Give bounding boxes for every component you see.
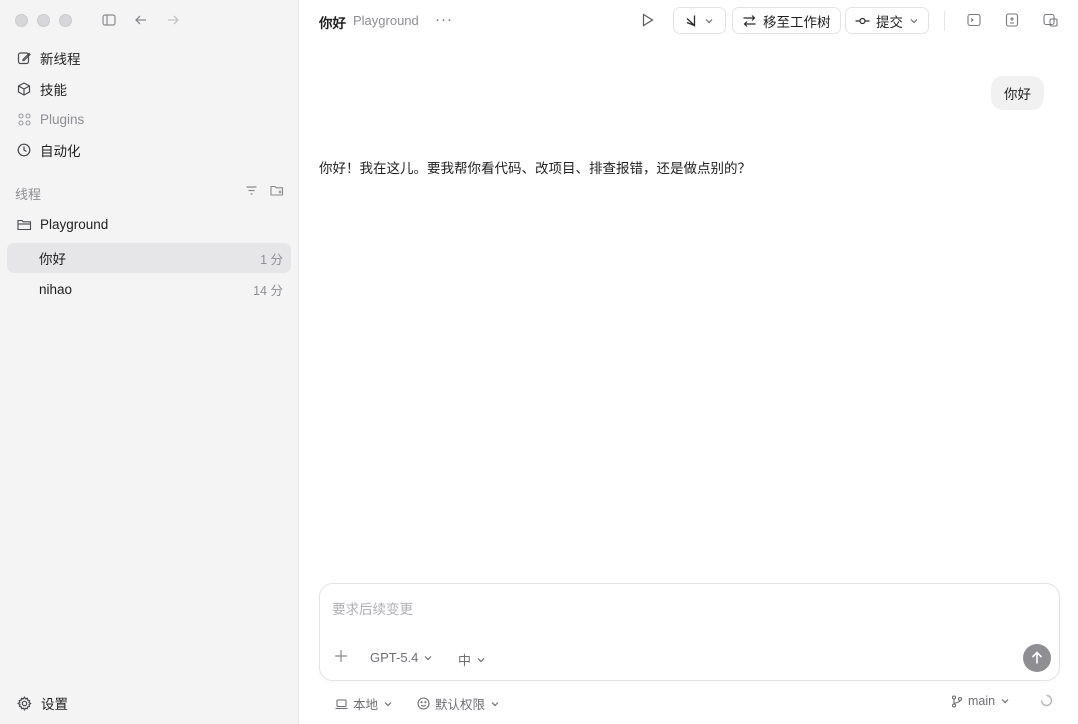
cube-icon [16, 81, 32, 97]
main-panel: 你好 Playground ··· 移至工作树 提交 你好 你好！我在这儿。要我… [299, 0, 1078, 724]
chevron-down-icon [909, 16, 919, 26]
thread-time: 1 分 [260, 252, 283, 267]
thread-time: 14 分 [253, 283, 283, 298]
permissions-selector[interactable]: 默认权限 [417, 694, 500, 713]
thread-title: 你好 [39, 252, 66, 267]
vscode-icon [685, 14, 698, 27]
chevron-down-icon [383, 699, 393, 709]
forward-arrow-icon[interactable] [165, 12, 181, 28]
diff-panel-icon[interactable] [1004, 12, 1020, 28]
laptop-icon [335, 698, 348, 710]
sidebar-toggle-icon[interactable] [101, 12, 117, 28]
grid-icon [16, 111, 32, 127]
worktree-label: 移至工作树 [763, 14, 831, 30]
composer-input[interactable]: 要求后续变更 [332, 598, 413, 618]
project-label: Playground [40, 216, 109, 232]
zoom-window-button[interactable] [59, 14, 72, 27]
play-icon[interactable] [639, 12, 655, 28]
effort-label: 中 [458, 653, 472, 668]
chevron-down-icon [490, 699, 500, 709]
window-controls [15, 14, 72, 27]
settings-label: 设置 [41, 697, 68, 712]
settings-button[interactable]: 设置 [8, 689, 68, 717]
commit-label: 提交 [876, 14, 903, 30]
git-branch-icon [951, 694, 963, 708]
loading-spinner-icon [1040, 694, 1053, 707]
minimize-window-button[interactable] [37, 14, 50, 27]
nav-plugins[interactable]: Plugins [8, 104, 291, 134]
model-label: GPT-5.4 [370, 650, 419, 665]
permissions-label: 默认权限 [435, 698, 486, 712]
gear-icon [16, 695, 32, 711]
smiley-icon [417, 697, 430, 710]
sidebar: 新线程 技能 Plugins 自动化 线程 Playground 你好 1 分 … [0, 0, 299, 724]
nav-automation[interactable]: 自动化 [8, 135, 291, 165]
folder-icon [16, 216, 32, 232]
move-to-worktree-button[interactable]: 移至工作树 [732, 7, 841, 34]
terminal-icon[interactable] [966, 12, 982, 28]
nav-new-thread[interactable]: 新线程 [8, 43, 291, 73]
location-selector[interactable]: 本地 [335, 694, 393, 713]
reasoning-effort-selector[interactable]: 中 [458, 650, 486, 669]
split-view-icon[interactable] [1042, 12, 1058, 28]
send-button[interactable] [1023, 644, 1051, 672]
user-message-bubble: 你好 [991, 76, 1044, 110]
assistant-message: 你好！我在这儿。要我帮你看代码、改项目、排查报错，还是做点别的？ [319, 161, 751, 176]
chevron-down-icon [1000, 696, 1010, 706]
close-window-button[interactable] [15, 14, 28, 27]
location-label: 本地 [353, 698, 379, 712]
branch-selector[interactable]: main [951, 694, 1010, 708]
chevron-down-icon [476, 655, 486, 665]
swap-arrows-icon [742, 14, 757, 28]
clock-icon [16, 142, 32, 158]
chevron-down-icon [423, 653, 433, 663]
arrow-up-icon [1031, 651, 1043, 665]
threads-section-label: 线程 [15, 187, 42, 202]
edit-icon [16, 50, 32, 66]
add-attachment-icon[interactable] [334, 649, 348, 663]
thread-title: nihao [39, 281, 73, 297]
commit-icon [855, 15, 870, 27]
project-subtitle[interactable]: Playground [353, 13, 419, 28]
project-playground[interactable]: Playground [8, 209, 291, 239]
chevron-down-icon [704, 16, 714, 26]
header-divider [944, 11, 945, 31]
back-arrow-icon[interactable] [133, 12, 149, 28]
page-title: 你好 [319, 16, 346, 31]
composer: 要求后续变更 GPT-5.4 中 [319, 583, 1060, 681]
nav-label: 技能 [40, 83, 67, 98]
model-selector[interactable]: GPT-5.4 [370, 650, 433, 665]
header: 你好 Playground ··· 移至工作树 提交 [299, 0, 1078, 42]
more-options-icon[interactable]: ··· [435, 11, 453, 28]
editor-dropdown-button[interactable] [673, 7, 726, 34]
branch-label: main [968, 694, 996, 708]
filter-icon[interactable] [245, 184, 258, 197]
threads-section-tools [245, 184, 284, 197]
nav-label: Plugins [40, 111, 85, 127]
new-folder-icon[interactable] [270, 184, 284, 197]
commit-button[interactable]: 提交 [845, 7, 929, 34]
thread-item[interactable]: nihao 14 分 [7, 274, 291, 304]
thread-item[interactable]: 你好 1 分 [7, 243, 291, 273]
nav-skills[interactable]: 技能 [8, 74, 291, 104]
nav-label: 自动化 [40, 144, 81, 159]
nav-label: 新线程 [40, 52, 81, 67]
